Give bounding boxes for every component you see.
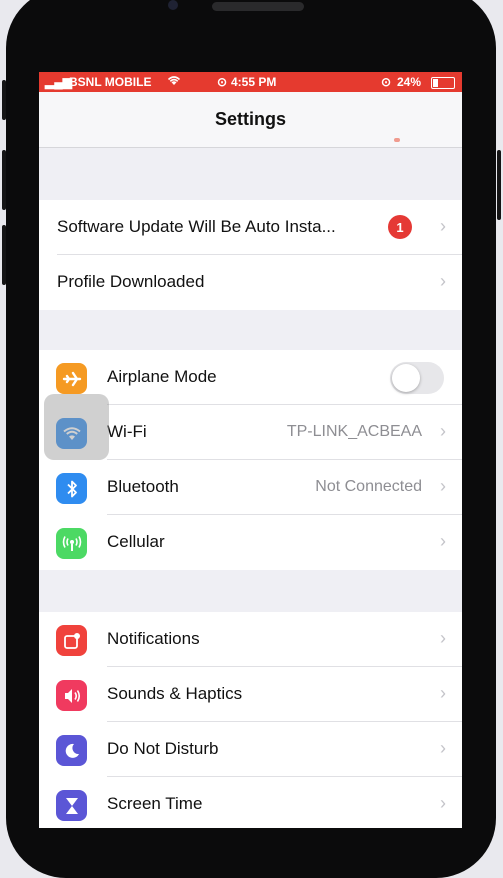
navigation-bar: Settings [39,92,462,148]
airplane-mode-label: Airplane Mode [107,367,217,386]
wifi-status-icon [167,75,181,89]
cellular-icon [56,528,87,559]
system-group: Notifications › Sounds & Haptics › Do No… [39,612,462,828]
power-button [497,150,501,220]
connectivity-group: Airplane Mode Wi-Fi TP-LINK_ACBEAA › Blu… [39,350,462,570]
software-update-label: Software Update Will Be Auto Insta... [57,217,336,236]
account-group: Software Update Will Be Auto Insta... 1 … [39,200,462,310]
bluetooth-label: Bluetooth [107,477,179,496]
chevron-right-icon: › [440,683,446,703]
volume-down-button [2,225,6,285]
signal-icon: ▂▄▆ [45,75,72,89]
screen-time-label: Screen Time [107,794,203,813]
screen-time-row[interactable]: Screen Time › [39,777,462,828]
chevron-right-icon: › [440,271,446,291]
status-bar: ▂▄▆ BSNL MOBILE ⊙ 4:55 PM ⊙ 24% [39,72,462,92]
volume-up-button [2,150,6,210]
bluetooth-row[interactable]: Bluetooth Not Connected › [39,460,462,515]
chevron-right-icon: › [440,476,446,496]
chevron-right-icon: › [440,531,446,551]
wifi-label: Wi-Fi [107,422,147,441]
front-camera [168,0,178,10]
hourglass-icon [56,790,87,821]
profile-downloaded-label: Profile Downloaded [57,272,205,291]
speaker-icon [56,680,87,711]
update-badge: 1 [388,215,412,239]
mute-switch [2,80,6,120]
notifications-icon [56,625,87,656]
cellular-label: Cellular [107,532,165,551]
page-title: Settings [214,109,286,129]
airplane-icon [56,363,87,394]
chevron-right-icon: › [440,738,446,758]
scroll-indicator [394,138,400,142]
carrier-name: BSNL MOBILE [69,75,152,89]
chevron-right-icon: › [440,216,446,236]
sounds-haptics-row[interactable]: Sounds & Haptics › [39,667,462,722]
notifications-row[interactable]: Notifications › [39,612,462,667]
clock: 4:55 PM [231,75,277,89]
battery-icon [431,77,455,89]
software-update-row[interactable]: Software Update Will Be Auto Insta... 1 … [39,200,462,255]
bluetooth-status: Not Connected [315,478,422,495]
toggle-knob [392,364,420,392]
cellular-row[interactable]: Cellular › [39,515,462,570]
moon-icon [56,735,87,766]
chevron-right-icon: › [440,793,446,813]
profile-downloaded-row[interactable]: Profile Downloaded › [39,255,462,310]
battery-percent: 24% [397,75,422,89]
chevron-right-icon: › [440,421,446,441]
wifi-network-name: TP-LINK_ACBEAA [286,423,422,440]
do-not-disturb-label: Do Not Disturb [107,739,219,758]
airplane-mode-toggle[interactable] [390,362,444,394]
earpiece-speaker [212,2,304,11]
chevron-right-icon: › [440,628,446,648]
sounds-haptics-label: Sounds & Haptics [107,684,243,703]
tap-highlight [44,394,109,460]
notifications-label: Notifications [107,629,200,648]
bluetooth-icon [56,473,87,504]
do-not-disturb-row[interactable]: Do Not Disturb › [39,722,462,777]
orientation-lock-icon: ⊙ [381,75,392,89]
alarm-icon: ⊙ [217,75,228,89]
